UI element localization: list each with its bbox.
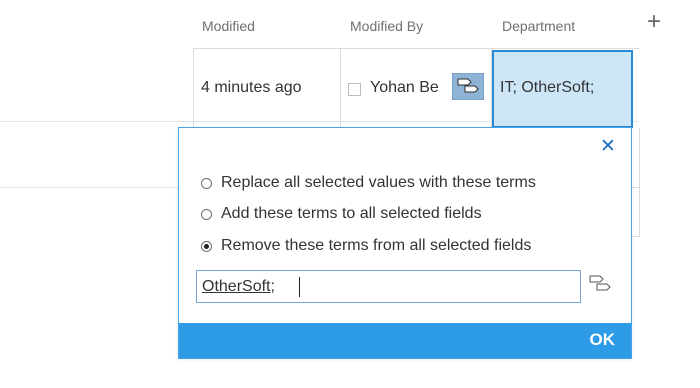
grid-line (639, 128, 640, 237)
option-replace[interactable]: Replace all selected values with these t… (201, 171, 536, 195)
radio-replace[interactable] (201, 177, 212, 189)
grid-line (632, 187, 639, 188)
terms-input[interactable]: OtherSoft; (196, 270, 581, 303)
modified-by-name: Yohan Be (370, 79, 439, 96)
tag-icon-button[interactable] (452, 73, 484, 100)
column-header-department[interactable]: Department (502, 15, 575, 37)
cell-modified: 4 minutes ago (201, 79, 302, 96)
column-header-modified-by[interactable]: Modified By (350, 15, 423, 37)
grid-line (340, 48, 341, 128)
bulk-edit-terms-dialog: ✕ Replace all selected values with these… (178, 127, 632, 359)
presence-indicator (348, 83, 361, 96)
option-add-label: Add these terms to all selected fields (221, 205, 482, 222)
list-view: Modified Modified By Department + 4 minu… (0, 0, 700, 388)
tag-icon (589, 275, 611, 291)
radio-remove[interactable] (201, 240, 212, 252)
dialog-footer: OK (179, 323, 631, 358)
radio-add[interactable] (201, 208, 212, 220)
grid-line (632, 236, 639, 237)
grid-line (0, 187, 178, 188)
term-token[interactable]: OtherSoft; (202, 277, 275, 297)
option-remove-label: Remove these terms from all selected fie… (221, 237, 532, 254)
option-replace-label: Replace all selected values with these t… (221, 174, 536, 191)
term-picker-tag-icon[interactable] (587, 272, 615, 298)
close-icon[interactable]: ✕ (599, 136, 617, 158)
text-caret (299, 277, 300, 297)
department-cell-selected[interactable]: IT; OtherSoft; (492, 50, 633, 128)
ok-button[interactable]: OK (590, 329, 616, 351)
add-column-plus-icon[interactable]: + (643, 8, 665, 36)
grid-line (193, 48, 639, 49)
grid-line (193, 48, 194, 128)
cell-modified-by[interactable]: Yohan Be (370, 77, 452, 99)
department-value: IT; OtherSoft; (500, 79, 595, 96)
option-add[interactable]: Add these terms to all selected fields (201, 202, 482, 226)
option-remove[interactable]: Remove these terms from all selected fie… (201, 234, 531, 258)
column-header-modified[interactable]: Modified (202, 15, 255, 37)
tag-icon (457, 78, 479, 93)
